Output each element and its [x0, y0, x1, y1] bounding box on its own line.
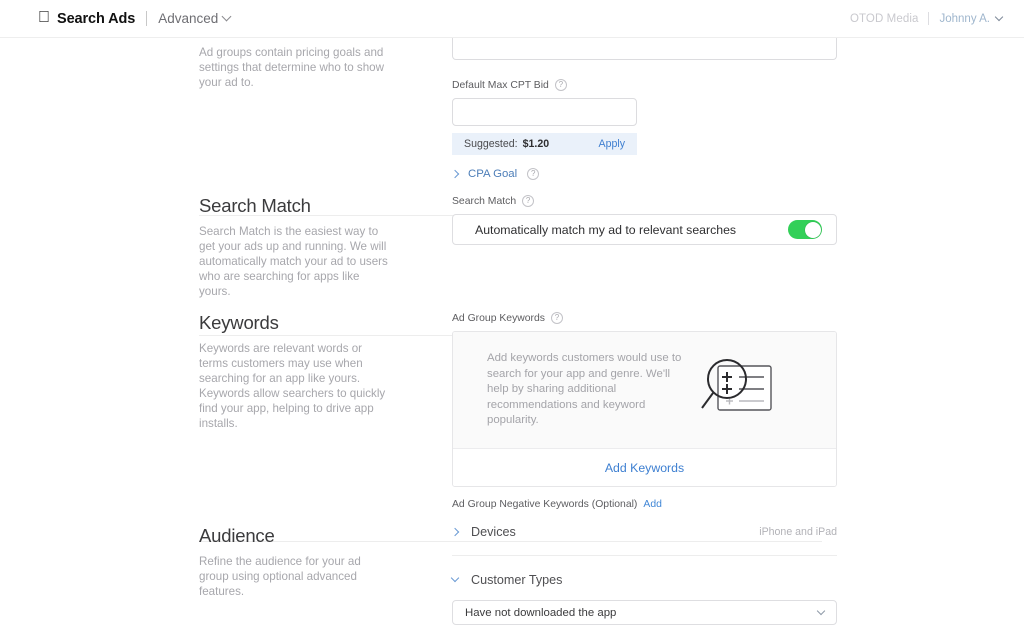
help-icon[interactable]: ? — [555, 79, 567, 91]
search-match-toggle[interactable] — [788, 220, 822, 239]
bid-label-text: Default Max CPT Bid — [452, 80, 549, 91]
customer-types-label: Customer Types — [471, 573, 562, 587]
audience-form-column: Devices iPhone and iPad Customer Types H… — [414, 525, 1024, 625]
negative-keywords-row: Ad Group Negative Keywords (Optional) Ad… — [452, 499, 1024, 510]
default-max-cpt-bid-label: Default Max CPT Bid ? — [452, 79, 1024, 91]
keywords-empty-copy: Add keywords customers would use to sear… — [487, 351, 694, 429]
page-body: Ad groups contain pricing goals and sett… — [0, 37, 1024, 633]
help-icon[interactable]: ? — [522, 195, 534, 207]
chevron-right-icon[interactable] — [451, 170, 459, 178]
help-icon[interactable]: ? — [551, 312, 563, 324]
default-max-cpt-bid-input[interactable] — [452, 98, 637, 126]
add-negative-keywords-link[interactable]: Add — [643, 499, 662, 510]
keywords-empty-card: Add keywords customers would use to sear… — [452, 331, 837, 487]
suggested-bid-row: Suggested: $1.20 Apply — [452, 133, 637, 155]
apply-suggested-bid-link[interactable]: Apply — [599, 138, 626, 150]
nav-divider — [146, 11, 147, 26]
customer-types-select[interactable]: Have not downloaded the app — [452, 600, 837, 625]
ad-group-form-column: Default Max CPT Bid ? Suggested: $1.20 A… — [414, 45, 1024, 180]
chevron-right-icon[interactable] — [451, 528, 459, 536]
keywords-description-column: Keywords Keywords are relevant words or … — [199, 312, 414, 510]
search-match-toggle-row[interactable]: Automatically match my ad to relevant se… — [452, 214, 837, 245]
keyword-search-list-icon — [694, 352, 776, 429]
chevron-down-icon[interactable] — [995, 12, 1003, 20]
ad-group-description-column: Ad groups contain pricing goals and sett… — [199, 45, 414, 180]
search-match-option-text: Automatically match my ad to relevant se… — [475, 223, 736, 237]
chevron-down-icon — [222, 12, 232, 22]
audience-description-column: Audience Refine the audience for your ad… — [199, 525, 414, 625]
help-icon[interactable]: ? — [527, 168, 539, 180]
section-ad-group: Ad groups contain pricing goals and sett… — [0, 38, 1024, 180]
account-divider — [928, 12, 929, 25]
ad-group-description: Ad groups contain pricing goals and sett… — [199, 45, 388, 90]
user-menu-button[interactable]: Johnny A. — [939, 13, 990, 25]
keywords-description: Keywords are relevant words or terms cus… — [199, 341, 388, 431]
mode-label: Advanced — [158, 11, 218, 26]
devices-label: Devices — [471, 525, 516, 539]
suggested-label: Suggested: — [464, 138, 518, 150]
top-navigation-bar:  Search Ads Advanced OTOD Media Johnny … — [0, 0, 1024, 37]
organization-label: OTOD Media — [850, 13, 919, 25]
keywords-empty-content: Add keywords customers would use to sear… — [453, 332, 836, 448]
brand-name-label: Search Ads — [57, 11, 135, 27]
ad-group-keywords-label: Ad Group Keywords ? — [452, 312, 1024, 324]
section-search-match: Search Match Search Match is the easiest… — [0, 180, 1024, 299]
ad-group-name-input[interactable] — [452, 38, 837, 60]
add-keywords-button[interactable]: Add Keywords — [605, 461, 684, 475]
search-match-field-label: Search Match ? — [452, 195, 1024, 207]
chevron-down-icon[interactable] — [817, 606, 825, 614]
suggested-value: $1.20 — [523, 138, 550, 150]
search-match-label-text: Search Match — [452, 196, 516, 207]
audience-description: Refine the audience for your ad group us… — [199, 554, 388, 599]
chevron-down-icon[interactable] — [451, 574, 459, 582]
search-match-description-column: Search Match Search Match is the easiest… — [199, 195, 414, 299]
search-match-title: Search Match — [199, 195, 388, 217]
audience-title: Audience — [199, 525, 388, 547]
cpa-goal-label[interactable]: CPA Goal — [468, 168, 517, 180]
keywords-title: Keywords — [199, 312, 388, 334]
account-area: OTOD Media Johnny A. — [850, 12, 1002, 25]
customer-types-row[interactable]: Customer Types — [452, 573, 1024, 587]
devices-row[interactable]: Devices iPhone and iPad — [452, 525, 837, 556]
brand-logo[interactable]:  Search Ads — [38, 11, 135, 27]
devices-value: iPhone and iPad — [759, 526, 837, 538]
search-match-form-column: Search Match ? Automatically match my ad… — [414, 195, 1024, 299]
add-keywords-row[interactable]: Add Keywords — [453, 448, 836, 486]
keywords-form-column: Ad Group Keywords ? Add keywords custome… — [414, 312, 1024, 510]
negative-keywords-label: Ad Group Negative Keywords (Optional) — [452, 499, 637, 510]
customer-types-selected-value: Have not downloaded the app — [465, 607, 616, 619]
search-match-description: Search Match is the easiest way to get y… — [199, 224, 388, 299]
toggle-knob — [805, 222, 821, 238]
section-keywords: Keywords Keywords are relevant words or … — [0, 299, 1024, 510]
cpa-goal-row[interactable]: CPA Goal ? — [452, 168, 1024, 180]
mode-selector-advanced[interactable]: Advanced — [158, 11, 230, 26]
section-audience: Audience Refine the audience for your ad… — [0, 510, 1024, 625]
keywords-label-text: Ad Group Keywords — [452, 313, 545, 324]
apple-logo-icon:  — [38, 10, 50, 26]
